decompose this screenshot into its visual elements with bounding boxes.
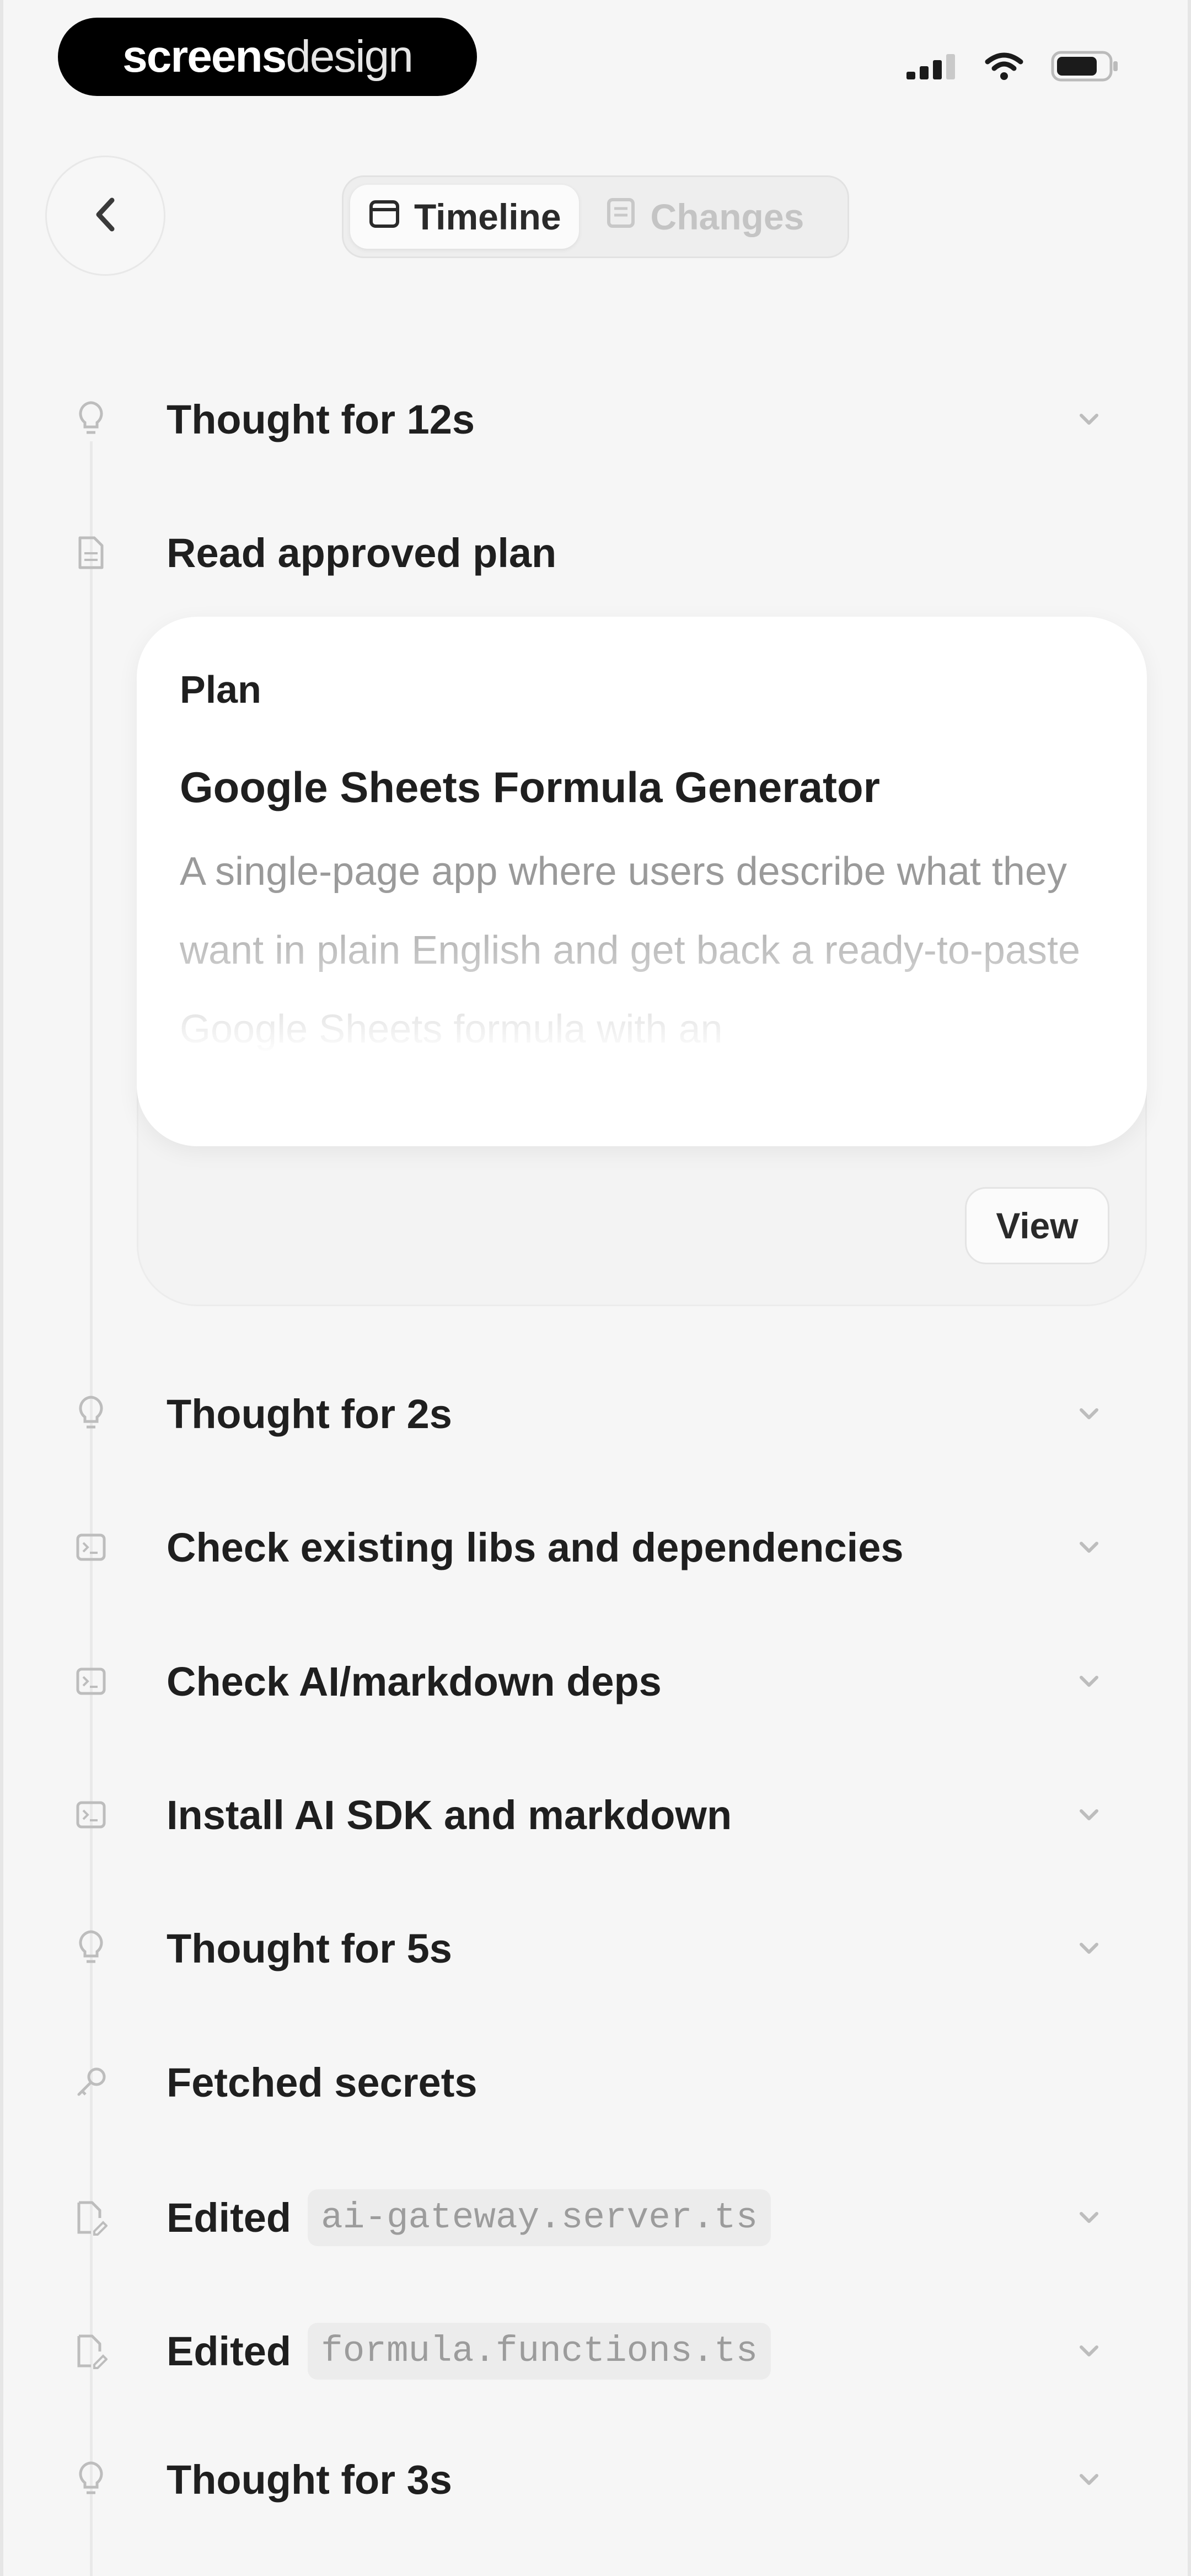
plan-fade xyxy=(180,887,1104,1069)
lightbulb-icon xyxy=(72,397,110,441)
timeline-item[interactable]: Thought for 5s xyxy=(0,1904,1191,1992)
plan-body: A single-page app where users describe w… xyxy=(180,832,1104,1069)
file-edit-icon xyxy=(72,2195,110,2240)
timeline-item[interactable]: Check AI/markdown deps xyxy=(0,1637,1191,1725)
timeline-item-label: Read approved plan xyxy=(167,530,557,576)
brand-logo-part1: screens xyxy=(122,31,287,82)
view-switcher: Timeline Changes xyxy=(342,175,849,258)
status-icons xyxy=(906,51,1119,84)
lightbulb-icon xyxy=(72,1392,110,1436)
document-icon xyxy=(72,531,110,575)
file-chip[interactable]: formula.functions.ts xyxy=(308,2322,771,2380)
timeline-item-label: Fetched secrets xyxy=(167,2059,478,2105)
timeline-item-label: Thought for 5s xyxy=(167,1925,452,1971)
chevron-down-icon[interactable] xyxy=(1072,403,1106,436)
chevron-down-icon[interactable] xyxy=(1072,2334,1106,2367)
plan-kicker: Plan xyxy=(180,668,261,711)
timeline-item[interactable]: Thought for 3s xyxy=(0,2435,1191,2524)
timeline-item-label: Check AI/markdown deps xyxy=(167,1658,662,1704)
chevron-down-icon[interactable] xyxy=(1072,1531,1106,1564)
status-bar: screens design xyxy=(0,0,1191,110)
timeline-item-label: Thought for 3s xyxy=(167,2456,452,2503)
brand-logo: screens design xyxy=(58,18,477,96)
plan-card[interactable]: Plan Google Sheets Formula Generator A s… xyxy=(137,617,1147,1146)
document-icon xyxy=(604,196,637,238)
timeline-item[interactable]: Thought for 2s xyxy=(0,1370,1191,1458)
chevron-down-icon[interactable] xyxy=(1072,1798,1106,1831)
tab-timeline-label: Timeline xyxy=(414,196,561,237)
calendar-icon xyxy=(368,196,401,238)
brand-logo-part2: design xyxy=(286,31,414,82)
timeline-item[interactable]: Check existing libs and dependencies xyxy=(0,1503,1191,1591)
chevron-down-icon[interactable] xyxy=(1072,2463,1106,2496)
chevron-down-icon[interactable] xyxy=(1072,1665,1106,1698)
timeline-item[interactable]: Install AI SDK and markdown xyxy=(0,1771,1191,1859)
chevron-down-icon[interactable] xyxy=(1072,1397,1106,1430)
edited-label: Edited xyxy=(167,2194,292,2241)
timeline-item-label: Edited ai-gateway.server.ts xyxy=(167,2173,771,2262)
timeline-item[interactable]: Read approved plan xyxy=(0,509,1191,597)
wifi-icon xyxy=(985,52,1023,83)
file-chip[interactable]: ai-gateway.server.ts xyxy=(308,2189,771,2246)
terminal-icon xyxy=(72,1793,110,1837)
timeline-item[interactable]: Thought for 12s xyxy=(0,375,1191,463)
file-edit-icon xyxy=(72,2329,110,2373)
chevron-left-icon xyxy=(93,197,117,235)
back-button[interactable] xyxy=(45,156,165,276)
timeline-item-label: Edited formula.functions.ts xyxy=(167,2307,771,2395)
terminal-icon xyxy=(72,1525,110,1569)
timeline-item[interactable]: Edited ai-gateway.server.ts xyxy=(0,2173,1191,2262)
chevron-down-icon[interactable] xyxy=(1072,1932,1106,1965)
tab-changes-label: Changes xyxy=(650,196,804,237)
timeline-item-label: Thought for 12s xyxy=(167,396,475,442)
timeline-item-label: Check existing libs and dependencies xyxy=(167,1524,904,1570)
timeline-item-label: Thought for 2s xyxy=(167,1391,452,1437)
edited-label: Edited xyxy=(167,2328,292,2374)
key-icon xyxy=(72,2060,110,2104)
timeline-item-label: Install AI SDK and markdown xyxy=(167,1792,732,1838)
cellular-signal-icon xyxy=(906,53,957,82)
tab-changes[interactable]: Changes xyxy=(587,185,822,249)
view-plan-button[interactable]: View xyxy=(965,1187,1109,1264)
chevron-down-icon[interactable] xyxy=(1072,2201,1106,2234)
plan-title: Google Sheets Formula Generator xyxy=(180,763,880,811)
timeline-item[interactable]: Edited formula.functions.ts xyxy=(0,2307,1191,2395)
battery-icon xyxy=(1051,51,1119,84)
lightbulb-icon xyxy=(72,1926,110,1970)
terminal-icon xyxy=(72,1659,110,1703)
lightbulb-icon xyxy=(72,2457,110,2502)
timeline-item[interactable]: Fetched secrets xyxy=(0,2038,1191,2126)
tab-timeline[interactable]: Timeline xyxy=(350,185,579,249)
